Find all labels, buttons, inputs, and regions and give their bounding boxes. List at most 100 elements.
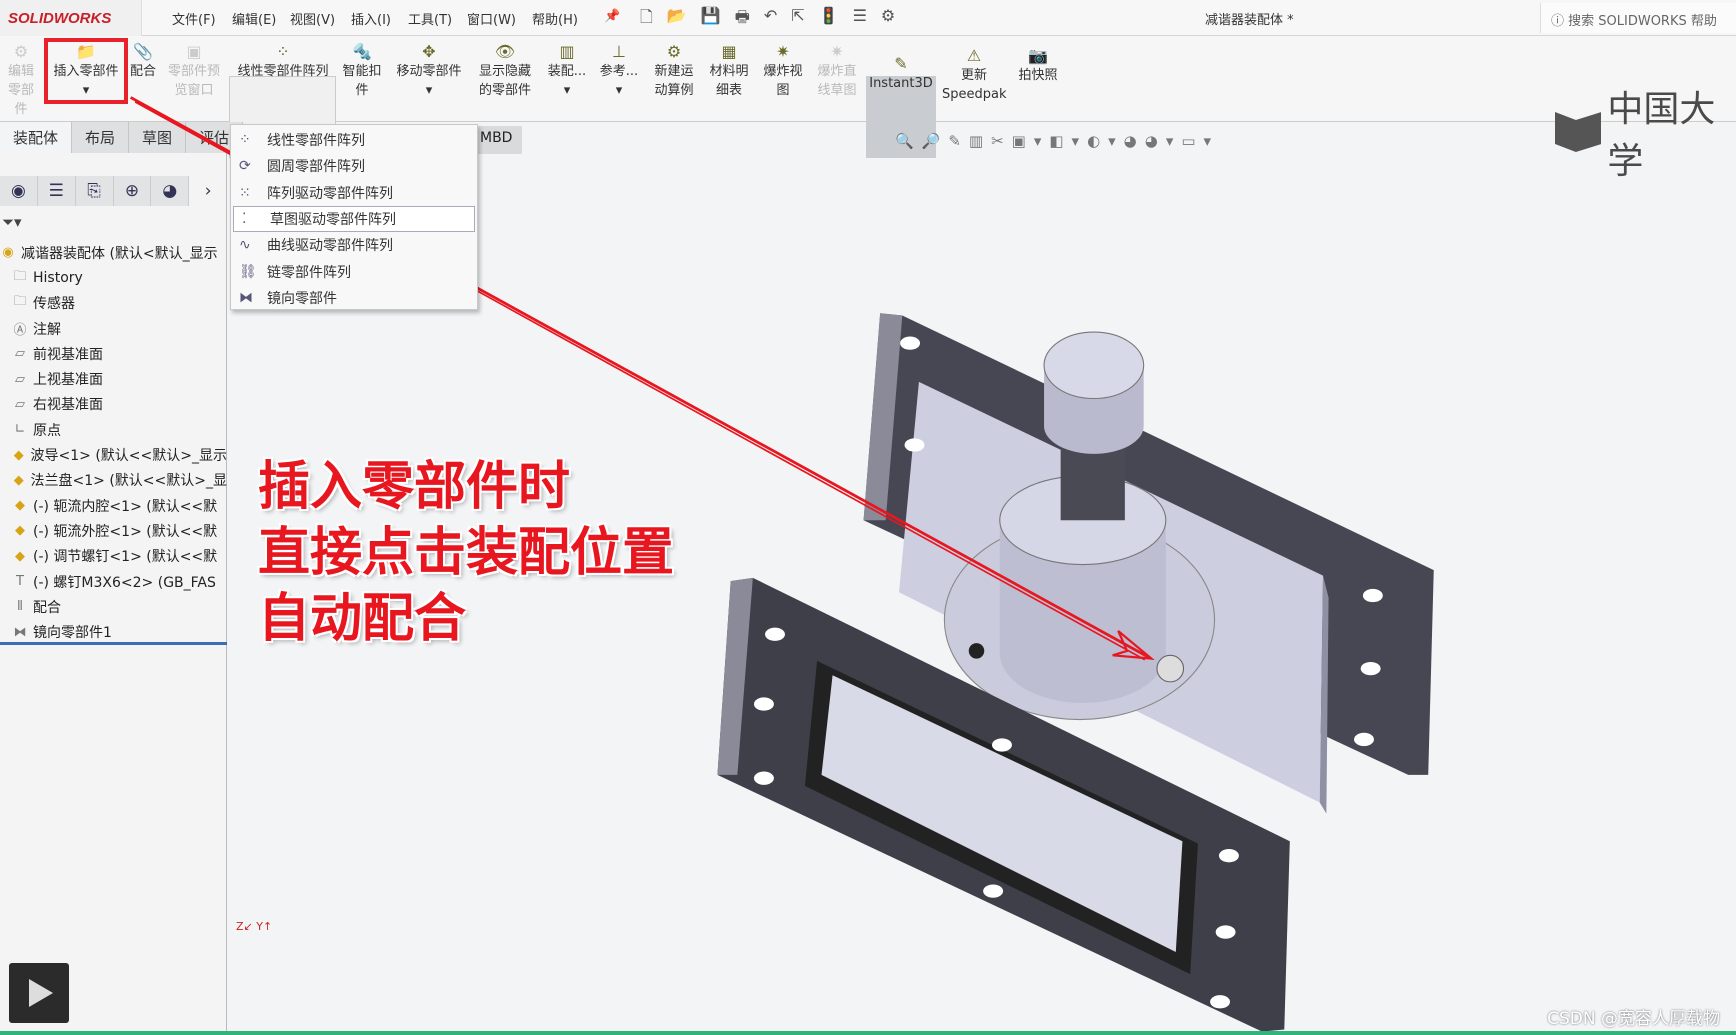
part-icon: ◆ (15, 498, 25, 514)
assembly-icon: ◉ (2, 245, 14, 261)
edit-component-button[interactable]: ⚙ 编辑零部件 (2, 42, 40, 119)
instant3d-icon: ✎ (894, 54, 908, 73)
solidworks-logo[interactable]: SOLIDWORKS (0, 0, 142, 36)
menu-item-pattern-driven[interactable]: ⁙ 阵列驱动零部件阵列 (231, 180, 477, 206)
label: History (33, 269, 83, 286)
label: 阵列驱动零部件阵列 (267, 185, 393, 202)
tree-item[interactable]: ◆ 波导<1> (默认<<默认>_显示 (0, 442, 227, 467)
menu-item-sketch-driven[interactable]: ⁚ 草图驱动零部件阵列 (233, 205, 475, 233)
tree-item[interactable]: ⧓ 镜向零部件1 (0, 619, 227, 644)
motion-study-button[interactable]: ⚙ 新建运动算例 (650, 42, 698, 100)
part-icon: ◆ (13, 447, 24, 463)
reference-geometry-button[interactable]: ⊥ 参考... ▾ (598, 42, 640, 100)
show-hidden-button[interactable]: 👁 显示隐藏的零部件 (474, 42, 536, 100)
label: 显示隐藏的零部件 (478, 64, 531, 98)
preview-window-button[interactable]: ▣ 零部件预览窗口 (164, 42, 224, 100)
tab-sketch[interactable]: 草图 (129, 122, 187, 153)
tree-item[interactable]: Ⓐ 注解 (0, 316, 227, 341)
new-icon[interactable]: 🗋 (640, 6, 653, 33)
origin-icon: ∟ (14, 422, 26, 438)
tree-item[interactable]: ⫴ 配合 (0, 594, 227, 619)
assembly-features-button[interactable]: ▥ 装配... ▾ (546, 42, 588, 100)
label: 圆周零部件阵列 (267, 159, 365, 176)
knob-top (1043, 331, 1145, 400)
tree-item[interactable]: ◉ 减谐器装配体 (默认<默认_显示 (0, 240, 227, 265)
dimxpert-tab-icon[interactable]: ⊕ (113, 176, 152, 206)
menu-item-mirror-components[interactable]: ⧓ 镜向零部件 (231, 285, 477, 311)
mate-button[interactable]: 📎 配合 (128, 42, 158, 81)
feature-manager-tab-icon[interactable]: ◉ (0, 176, 38, 206)
tree-item[interactable]: ▱ 右视基准面 (0, 392, 227, 417)
snapshot-button[interactable]: 📷 拍快照 (1016, 46, 1060, 85)
instant3d-button[interactable]: ✎ Instant3D (866, 54, 936, 93)
bom-button[interactable]: ▦ 材料明细表 (706, 42, 752, 100)
heads-up-view-toolbar[interactable]: 🔍🔎✎▥✂▣▾◧▾◐▾◕◕▾▭▾ (895, 132, 1219, 150)
menu-file[interactable]: 文件(F) (172, 9, 216, 28)
move-component-button[interactable]: ✥ 移动零部件 ▾ (392, 42, 466, 100)
exploded-view-button[interactable]: ✷ 爆炸视图 (760, 42, 806, 100)
display-manager-tab-icon[interactable]: ◕ (151, 176, 190, 206)
label: 配合 (33, 599, 61, 616)
tree-item[interactable]: ▱ 上视基准面 (0, 366, 227, 391)
label: 编辑零部件 (7, 64, 34, 117)
save-icon[interactable]: 💾 (701, 6, 721, 33)
tree-item[interactable]: 🗀 History (0, 265, 227, 290)
tree-item[interactable]: ◆ (-) 调节螺钉<1> (默认<<默 (0, 544, 227, 569)
label: 草图驱动零部件阵列 (270, 212, 396, 229)
tree-item[interactable]: ◆ (-) 轭流内腔<1> (默认<<默 (0, 493, 227, 518)
video-progress-bar[interactable] (0, 1031, 1736, 1035)
menu-item-chain-pattern[interactable]: ⛓ 链零部件阵列 (231, 258, 477, 284)
tree-item[interactable]: ∟ 原点 (0, 417, 227, 442)
file-properties-icon[interactable]: ☰ (853, 6, 867, 33)
smart-fastener-button[interactable]: 🔩 智能扣件 (340, 42, 384, 100)
mirror-icon: ⧓ (13, 624, 27, 640)
sketch-driven-icon: ⁚ (242, 211, 247, 228)
filter-icon[interactable]: ⏷▾ (2, 213, 22, 231)
speedpak-button[interactable]: ⚠ 更新 Speedpak (942, 46, 1007, 104)
annotation-icon: Ⓐ (13, 323, 27, 339)
chain-pattern-icon: ⛓ (239, 263, 257, 280)
screw (1156, 654, 1185, 683)
options-icon[interactable]: ⚙ (881, 6, 895, 33)
label: Instant3D (869, 76, 933, 91)
tree-item[interactable]: T (-) 螺钉M3X6<2> (GB_FAS (0, 569, 227, 594)
chevron-right-icon[interactable]: › (189, 176, 227, 206)
tree-item[interactable]: ◆ 法兰盘<1> (默认<<默认>_显 (0, 468, 227, 493)
menu-tools[interactable]: 工具(T) (408, 9, 452, 28)
tree-item[interactable]: ▱ 前视基准面 (0, 341, 227, 366)
menu-view[interactable]: 视图(V) (290, 9, 335, 28)
configuration-manager-tab-icon[interactable]: ⎘ (75, 176, 114, 206)
annotation-text: 插入零部件时 直接点击装配位置 自动配合 (258, 454, 674, 652)
linear-pattern-button[interactable]: ⁘ 线性零部件阵列 (232, 42, 334, 81)
pin-icon[interactable]: 📌 (604, 9, 620, 24)
tab-layout[interactable]: 布局 (72, 122, 130, 153)
tree-item[interactable]: 🗀 传感器 (0, 291, 227, 316)
menu-item-circular-pattern[interactable]: ⟳ 圆周零部件阵列 (231, 153, 477, 179)
menu-insert[interactable]: 插入(I) (351, 9, 391, 28)
undo-icon[interactable]: ↶ (764, 6, 777, 33)
property-manager-tab-icon[interactable]: ☰ (37, 176, 76, 206)
play-button[interactable] (9, 963, 69, 1023)
highlight-box (44, 38, 128, 104)
select-icon[interactable]: ⇱ (791, 6, 804, 33)
brand-text: 中国大学 (1607, 89, 1716, 182)
tree-item[interactable]: ◆ (-) 轭流外腔<1> (默认<<默 (0, 518, 227, 543)
snapshot-icon: 📷 (1028, 46, 1048, 65)
smart-fastener-icon: 🔩 (352, 42, 372, 61)
menu-help[interactable]: 帮助(H) (532, 9, 578, 28)
print-icon[interactable]: 🖶 (735, 6, 750, 33)
front-flange-edge (717, 577, 753, 775)
rebuild-icon[interactable]: 🚦 (819, 6, 839, 33)
menu-window[interactable]: 窗口(W) (467, 9, 516, 28)
menu-item-curve-driven[interactable]: ∿ 曲线驱动零部件阵列 (231, 232, 477, 258)
open-icon[interactable]: 📂 (667, 6, 687, 33)
move-component-icon: ✥ (422, 42, 436, 61)
label: 减谐器装配体 (默认<默认_显示 (21, 245, 218, 262)
tab-assembly[interactable]: 装配体 (0, 122, 73, 153)
label: 法兰盘<1> (默认<<默认>_显 (30, 473, 227, 490)
help-search-input[interactable]: ⓘ 搜索 SOLIDWORKS 帮助 (1540, 3, 1736, 33)
menu-edit[interactable]: 编辑(E) (232, 9, 276, 28)
label: 前视基准面 (33, 346, 103, 363)
menu-item-linear-pattern[interactable]: ⁘ 线性零部件阵列 (231, 127, 477, 153)
explode-line-button[interactable]: ✷ 爆炸直线草图 (814, 42, 860, 100)
